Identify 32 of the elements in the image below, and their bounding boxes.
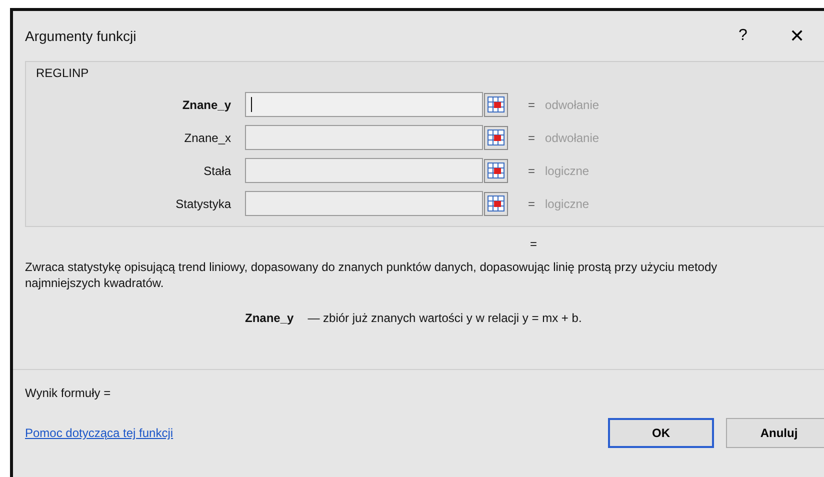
argument-input-field[interactable] [245,191,483,216]
close-button[interactable]: ✕ [772,24,822,48]
equals-sign: = [528,196,536,210]
range-select-icon[interactable] [484,158,508,182]
function-name: REGLINP [36,66,89,80]
argument-type-hint: logiczne [545,196,590,210]
argument-type-hint: odwołanie [545,130,600,144]
ok-button[interactable]: OK [608,418,714,448]
equals-sign: = [528,98,536,112]
range-select-icon[interactable] [484,126,508,150]
help-link[interactable]: Pomoc dotycząca tej funkcji [25,426,174,440]
argument-input-field[interactable] [245,158,483,183]
range-select-icon[interactable] [484,92,508,116]
argument-type-hint: logiczne [545,164,590,178]
formula-result-label: Wynik formuły = [25,386,112,400]
argument-input-field[interactable] [245,92,483,117]
argument-label: Znane_x [183,130,232,144]
argument-name: Znane_y [245,311,294,325]
argument-description: — zbiór już znanych wartości y w relacji y = mx + b. [308,311,582,325]
equals-sign: = [528,130,536,144]
argument-label: Znane_y [181,98,232,112]
range-select-icon[interactable] [484,192,508,216]
argument-label: Statystyka [174,196,232,210]
argument-input-field[interactable] [245,125,483,150]
help-button[interactable]: ? [718,26,768,46]
window-title: Argumenty funkcji [25,28,138,44]
argument-type-hint: odwołanie [545,98,600,112]
result-equals-sign: = [530,237,538,251]
equals-sign: = [528,164,536,178]
cancel-button[interactable]: Anuluj [726,418,824,448]
function-description: Zwraca statystykę opisującą trend liniowy, dopasowany do znanych punktów danych, dopasowując linię prostą przy użyciu metody najmniejszych kwadratów. [25,259,718,291]
argument-label: Stała [202,164,232,178]
